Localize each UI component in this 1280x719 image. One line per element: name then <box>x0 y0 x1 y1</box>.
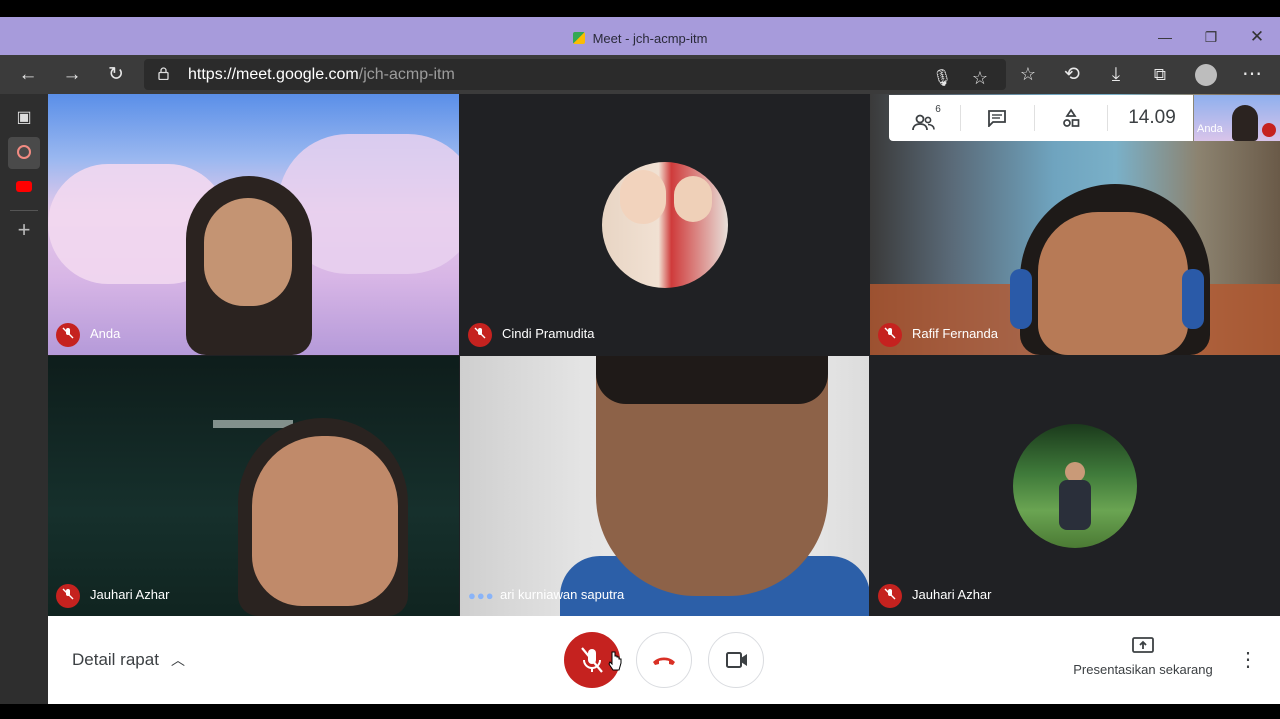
chat-button[interactable] <box>971 95 1023 141</box>
toolbar-divider <box>1034 105 1035 131</box>
mic-off-icon <box>56 322 80 347</box>
mic-off-icon <box>878 583 902 608</box>
people-icon <box>912 114 936 131</box>
participant-name-tag: Rafif Fernanda <box>878 321 998 347</box>
mic-off-icon <box>56 583 80 608</box>
url-path: /jch-acmp-itm <box>358 66 455 83</box>
video-tile[interactable]: Anda <box>48 94 459 355</box>
sidebar-record-icon[interactable] <box>8 137 40 169</box>
participants-count: 6 <box>935 104 941 115</box>
add-favorite-icon[interactable]: ☆ <box>964 59 996 98</box>
participant-avatar <box>602 162 728 288</box>
activities-shapes-icon <box>1063 108 1080 127</box>
video-camera-icon <box>726 652 747 668</box>
speaking-dots-icon: ●●● <box>468 587 495 603</box>
video-grid: Anda Cindi Pramudita Rafif Fernanda Jauh… <box>48 94 1280 616</box>
participant-name: Cindi Pramudita <box>502 326 595 341</box>
avatar-face <box>1065 462 1085 482</box>
participant-name-tag: Cindi Pramudita <box>468 321 595 347</box>
add-icon[interactable]: + <box>8 214 40 246</box>
collections-icon[interactable]: ⧉ <box>1144 55 1176 94</box>
video-tile[interactable]: ●●● ari kurniawan saputra <box>460 356 869 616</box>
hang-up-button[interactable] <box>636 632 692 688</box>
video-tile[interactable]: Jauhari Azhar <box>870 356 1280 616</box>
participant-face <box>1038 212 1188 355</box>
profile-avatar-icon[interactable] <box>1195 64 1217 86</box>
history-icon[interactable]: ⟲ <box>1056 55 1088 94</box>
present-now-button[interactable]: Presentasikan sekarang <box>1048 636 1238 677</box>
window-title-bar: Meet - jch-acmp-itm — ❐ ✕ <box>0 17 1280 55</box>
mic-off-icon <box>878 322 902 347</box>
participant-name: Rafif Fernanda <box>912 326 998 341</box>
lock-icon <box>158 67 169 80</box>
mic-off-icon <box>468 322 492 347</box>
headphone-shape <box>1182 269 1204 329</box>
ceiling-light <box>213 420 293 428</box>
call-controls-bar: Detail rapat ︿ Presentasikan sekarang ⋮ <box>48 616 1280 704</box>
browser-sidebar: ▣ + <box>0 94 48 704</box>
self-figure <box>1232 105 1258 141</box>
headphone-shape <box>1010 269 1032 329</box>
participant-avatar <box>1013 424 1137 548</box>
avatar-face <box>674 176 712 222</box>
window-title-text: Meet - jch-acmp-itm <box>592 31 708 46</box>
avatar-body <box>1059 480 1091 530</box>
window-title: Meet - jch-acmp-itm <box>0 17 1280 55</box>
more-menu-icon[interactable]: ⋯ <box>1236 55 1268 94</box>
participant-face <box>252 436 398 606</box>
participant-name: ari kurniawan saputra <box>500 587 625 602</box>
self-preview-thumbnail[interactable]: Anda <box>1194 95 1280 141</box>
meeting-info-bar: 6 14.09 <box>889 95 1193 141</box>
sidebar-divider <box>10 210 38 211</box>
more-options-icon[interactable]: ⋮ <box>1238 646 1258 674</box>
meeting-clock: 14.09 <box>1128 107 1176 128</box>
toolbar-divider <box>1107 105 1108 131</box>
mouse-cursor-icon <box>608 650 622 672</box>
meeting-details-button[interactable]: Detail rapat ︿ <box>72 616 185 704</box>
present-screen-icon <box>1132 637 1154 653</box>
toolbar-divider <box>960 105 961 131</box>
video-tile[interactable]: Cindi Pramudita <box>460 94 869 355</box>
participant-face <box>204 198 292 306</box>
meeting-details-label: Detail rapat <box>72 650 159 669</box>
favorites-icon[interactable]: ☆ <box>1012 55 1044 94</box>
url-host: https://meet.google.com <box>188 66 359 83</box>
participants-button[interactable]: 6 <box>899 95 955 141</box>
video-tile[interactable]: Jauhari Azhar <box>48 356 459 616</box>
self-preview-label: Anda <box>1197 123 1223 135</box>
download-icon[interactable]: ⤓ <box>1100 55 1132 94</box>
participant-name-tag: ●●● ari kurniawan saputra <box>468 582 624 608</box>
participant-name: Jauhari Azhar <box>912 587 992 602</box>
participant-name: Anda <box>90 326 121 341</box>
meet-favicon-icon <box>572 32 585 44</box>
activities-button[interactable] <box>1045 95 1097 141</box>
avatar-face <box>620 170 666 224</box>
phone-hangup-icon <box>653 657 675 665</box>
camera-toggle-button[interactable] <box>708 632 764 688</box>
youtube-icon[interactable] <box>8 172 40 204</box>
chat-icon <box>988 109 1006 128</box>
screen-border <box>0 704 1280 719</box>
participant-name-tag: Jauhari Azhar <box>56 582 170 608</box>
participant-hair <box>596 356 828 404</box>
participant-name-tag: Jauhari Azhar <box>878 582 992 608</box>
restore-icon[interactable]: ❐ <box>1188 17 1234 55</box>
url-text: https://meet.google.com/jch-acmp-itm <box>188 59 455 90</box>
mic-off-icon <box>1262 123 1276 137</box>
browser-toolbar: ← → ↻ https://meet.google.com/jch-acmp-i… <box>0 55 1280 94</box>
close-icon[interactable]: ✕ <box>1234 17 1280 55</box>
address-bar[interactable]: https://meet.google.com/jch-acmp-itm 🎙︎ … <box>144 59 1006 90</box>
chevron-up-icon: ︿ <box>170 652 185 668</box>
participant-name: Jauhari Azhar <box>90 587 170 602</box>
sidebar-tab-icon[interactable]: ▣ <box>8 102 40 134</box>
participant-name-tag: Anda <box>56 321 120 347</box>
minimize-icon[interactable]: — <box>1142 17 1188 55</box>
back-arrow-icon[interactable]: ← <box>12 55 44 94</box>
forward-arrow-icon[interactable]: → <box>56 55 88 94</box>
refresh-icon[interactable]: ↻ <box>100 55 132 94</box>
present-now-label: Presentasikan sekarang <box>1073 662 1213 677</box>
microphone-icon[interactable]: 🎙︎ <box>926 59 958 98</box>
